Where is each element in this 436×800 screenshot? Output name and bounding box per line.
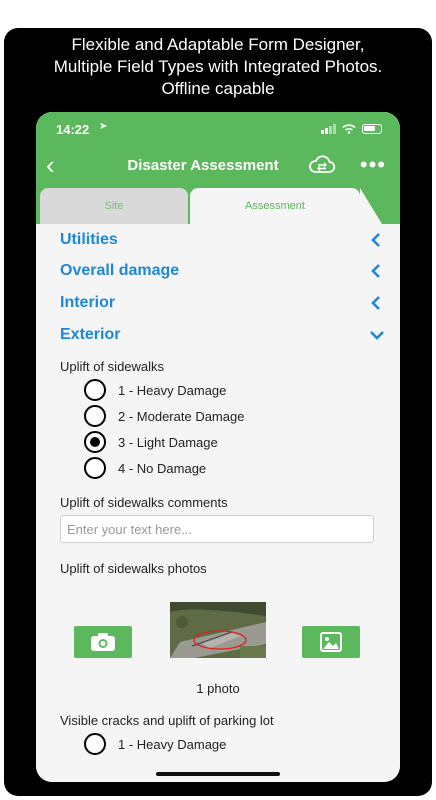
chevron-left-icon (371, 296, 380, 310)
tab-assessment[interactable]: Assessment (190, 188, 382, 224)
radio-option[interactable]: 4 - No Damage (84, 457, 206, 479)
promo-line-2: Multiple Field Types with Integrated Pho… (53, 57, 383, 76)
form-content: Utilities Overall damage Interior Exteri… (36, 224, 400, 782)
promo-line-3: Offline capable (161, 79, 275, 98)
radio-button[interactable] (84, 379, 106, 401)
radio-option[interactable]: 1 - Heavy Damage (84, 733, 226, 755)
promo-caption: Flexible and Adaptable Form Designer, Mu… (4, 34, 432, 100)
location-arrow-icon: ➤ (99, 121, 108, 132)
status-icons (321, 124, 382, 134)
section-exterior[interactable]: Exterior (60, 326, 386, 350)
camera-button[interactable] (74, 626, 132, 658)
status-bar: 14:22 ➤ (36, 112, 400, 148)
comments-input[interactable] (60, 515, 374, 543)
image-gallery-icon (320, 632, 342, 652)
radio-label: 3 - Light Damage (118, 434, 218, 450)
tab-site[interactable]: Site (40, 188, 188, 224)
section-interior[interactable]: Interior (60, 294, 386, 318)
radio-button[interactable] (84, 405, 106, 427)
section-label: Utilities (60, 231, 118, 248)
phone-screen: 14:22 ➤ ‹ Disaster Assessment ••• Site A… (36, 112, 400, 782)
more-menu-button[interactable]: ••• (360, 152, 386, 178)
question-label: Visible cracks and uplift of parking lot (60, 713, 274, 728)
cellular-signal-icon (321, 124, 336, 134)
radio-option[interactable]: 1 - Heavy Damage (84, 379, 226, 401)
chevron-left-icon (371, 264, 380, 278)
wifi-icon (342, 124, 356, 134)
photo-thumbnail[interactable] (170, 602, 266, 658)
photo-count: 1 photo (196, 681, 240, 696)
radio-label: 4 - No Damage (118, 460, 207, 476)
gallery-button[interactable] (302, 626, 360, 658)
camera-icon (91, 633, 115, 651)
section-label: Exterior (60, 326, 121, 343)
photos-label: Uplift of sidewalks photos (60, 561, 207, 576)
question-label: Uplift of sidewalks (60, 359, 165, 374)
tab-bar: Site Assessment (36, 184, 400, 224)
radio-label: 1 - Heavy Damage (118, 382, 227, 398)
page-title: Disaster Assessment (127, 157, 279, 174)
radio-button[interactable] (84, 457, 106, 479)
promo-frame: Flexible and Adaptable Form Designer, Mu… (4, 28, 432, 796)
sidewalk-photo (170, 602, 266, 658)
section-utilities[interactable]: Utilities (60, 231, 386, 255)
chevron-left-icon (371, 233, 380, 247)
radio-button-selected[interactable] (84, 431, 106, 453)
home-indicator (156, 772, 280, 776)
cloud-sync-icon[interactable] (308, 153, 336, 177)
chevron-down-icon (370, 331, 384, 340)
section-label: Overall damage (60, 262, 180, 279)
section-label: Interior (60, 294, 116, 311)
radio-option[interactable]: 2 - Moderate Damage (84, 405, 244, 427)
radio-label: 2 - Moderate Damage (118, 408, 245, 424)
nav-bar: ‹ Disaster Assessment ••• (36, 148, 400, 184)
status-time: 14:22 (56, 122, 90, 137)
radio-option[interactable]: 3 - Light Damage (84, 431, 218, 453)
battery-icon (362, 124, 382, 134)
promo-line-1: Flexible and Adaptable Form Designer, (71, 35, 365, 54)
comments-label: Uplift of sidewalks comments (60, 495, 228, 510)
section-overall-damage[interactable]: Overall damage (60, 262, 386, 286)
radio-label: 1 - Heavy Damage (118, 736, 227, 752)
radio-button[interactable] (84, 733, 106, 755)
